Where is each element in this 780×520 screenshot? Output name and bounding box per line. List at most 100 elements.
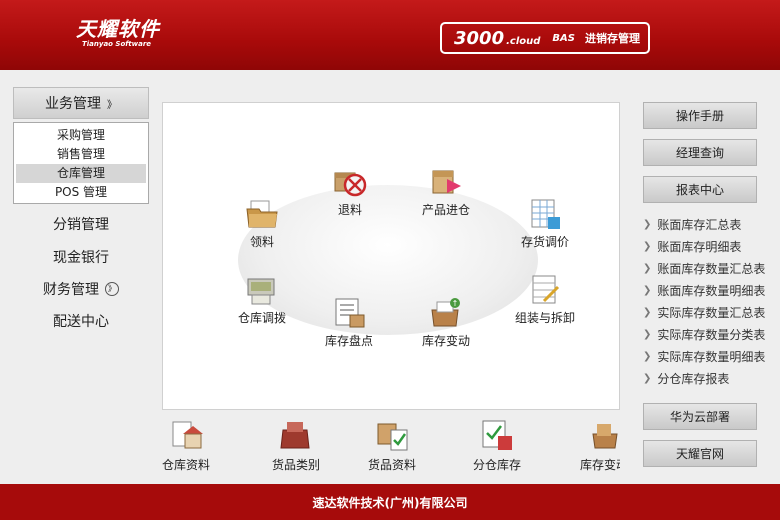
shortcut-goods-category[interactable]: 货品类别 bbox=[256, 418, 336, 473]
submenu-item-purchase[interactable]: 采购管理 bbox=[16, 126, 146, 145]
nav-business-management-label: 业务管理 bbox=[45, 96, 101, 112]
app-header: 天耀软件 Tianyao Software 3000 .cloud BAS 进销… bbox=[0, 0, 780, 70]
node-price-adjust-label: 存货调价 bbox=[520, 235, 569, 249]
sub-warehouse-icon bbox=[482, 420, 512, 450]
report-item-label: 实际库存数量汇总表 bbox=[657, 306, 766, 320]
warehouse-in-icon bbox=[432, 170, 461, 194]
transfer-icon bbox=[247, 278, 275, 305]
node-pick-material[interactable]: 领料 bbox=[222, 197, 302, 250]
chevron-right-icon: ❯ bbox=[643, 219, 652, 230]
shortcut-sub-warehouse[interactable]: 分仓库存 bbox=[457, 418, 537, 473]
nav-finance-label: 财务管理 bbox=[43, 282, 99, 298]
manager-query-button[interactable]: 经理查询 bbox=[643, 139, 757, 166]
return-box-icon bbox=[334, 172, 367, 197]
report-item-label: 账面库存明细表 bbox=[657, 240, 742, 254]
svg-text:↑: ↑ bbox=[452, 299, 459, 308]
brand-logo: 天耀软件 Tianyao Software bbox=[76, 18, 160, 49]
report-item[interactable]: ❯ 账面库存数量明细表 bbox=[643, 280, 778, 302]
stock-change-icon bbox=[592, 424, 618, 449]
bottom-shortcuts: 仓库资料 货品类别 货品资料 分仓库存 库存变动 bbox=[162, 412, 620, 482]
report-item[interactable]: ❯ 账面库存数量汇总表 bbox=[643, 258, 778, 280]
node-pick-material-label: 领料 bbox=[249, 235, 274, 249]
warehouse-flow-panel: 退料 产品进仓 领料 存货调价 仓库调拨 库存盘点 ↑ 库存变动 组装与拆卸 bbox=[162, 102, 620, 410]
chevron-right-icon: ❯ bbox=[643, 329, 652, 340]
price-table-icon bbox=[531, 199, 560, 229]
submenu-item-pos[interactable]: POS 管理 bbox=[16, 183, 146, 202]
product-version: 3000 bbox=[454, 27, 505, 49]
nav-distribution[interactable]: 分销管理 bbox=[13, 209, 149, 239]
node-stock-change-label: 库存变动 bbox=[421, 334, 470, 348]
node-product-in[interactable]: 产品进仓 bbox=[406, 165, 486, 218]
node-assemble-disassemble-label: 组装与拆卸 bbox=[514, 311, 575, 325]
node-return-material[interactable]: 退料 bbox=[310, 165, 390, 218]
node-assemble-disassemble[interactable]: 组装与拆卸 bbox=[505, 273, 585, 326]
product-suffix: .cloud bbox=[506, 35, 541, 47]
nav-cash-bank[interactable]: 现金银行 bbox=[13, 242, 149, 272]
chevron-right-icon: ❯ bbox=[643, 263, 652, 274]
footer: 速达软件技术(广州)有限公司 bbox=[0, 484, 780, 520]
nav-distribution-label: 分销管理 bbox=[53, 217, 109, 233]
category-icon bbox=[280, 422, 310, 449]
nav-delivery-center-label: 配送中心 bbox=[53, 314, 109, 330]
node-product-in-label: 产品进仓 bbox=[421, 203, 470, 217]
node-stock-count[interactable]: 库存盘点 bbox=[309, 296, 389, 349]
report-item-label: 账面库存数量汇总表 bbox=[657, 262, 766, 276]
nav-business-management[interactable]: 业务管理 》 bbox=[13, 87, 149, 119]
nav-delivery-center[interactable]: 配送中心 bbox=[13, 306, 149, 336]
node-price-adjust[interactable]: 存货调价 bbox=[505, 197, 585, 250]
node-return-material-label: 退料 bbox=[337, 203, 362, 217]
folder-icon bbox=[246, 200, 278, 228]
report-item-label: 账面库存数量明细表 bbox=[657, 284, 766, 298]
report-item-label: 分仓库存报表 bbox=[657, 372, 730, 386]
huawei-cloud-button[interactable]: 华为云部署 bbox=[643, 403, 757, 430]
node-stock-change[interactable]: ↑ 库存变动 bbox=[406, 296, 486, 349]
double-chevron-down-icon: 》 bbox=[107, 99, 117, 111]
assemble-icon bbox=[532, 275, 560, 304]
node-warehouse-transfer[interactable]: 仓库调拨 bbox=[222, 273, 302, 326]
report-list: ❯ 账面库存汇总表 ❯ 账面库存明细表 ❯ 账面库存数量汇总表 ❯ 账面库存数量明细表 … bbox=[643, 214, 778, 390]
shortcut-goods-data-label: 货品资料 bbox=[367, 458, 416, 472]
goods-icon bbox=[377, 423, 408, 451]
shortcut-warehouse-data[interactable]: 仓库资料 bbox=[162, 418, 226, 473]
submenu-item-warehouse[interactable]: 仓库管理 bbox=[16, 164, 146, 183]
chevron-right-icon: ❯ bbox=[643, 307, 652, 318]
stock-change-icon: ↑ bbox=[431, 298, 460, 327]
report-item-label: 账面库存汇总表 bbox=[657, 218, 742, 232]
report-item[interactable]: ❯ 分仓库存报表 bbox=[643, 368, 778, 390]
shortcut-goods-data[interactable]: 货品资料 bbox=[352, 418, 432, 473]
node-stock-count-label: 库存盘点 bbox=[324, 334, 373, 348]
footer-company: 速达软件技术(广州)有限公司 bbox=[312, 495, 468, 510]
official-site-button[interactable]: 天耀官网 bbox=[643, 440, 757, 467]
product-badge: 3000 .cloud BAS 进销存管理 bbox=[440, 22, 650, 54]
manual-button[interactable]: 操作手册 bbox=[643, 102, 757, 129]
report-item-label: 实际库存数量明细表 bbox=[657, 350, 766, 364]
logo-en: Tianyao Software bbox=[82, 40, 152, 48]
chevron-right-icon: ❯ bbox=[643, 373, 652, 384]
report-item[interactable]: ❯ 账面库存明细表 bbox=[643, 236, 778, 258]
product-bas: BAS bbox=[552, 32, 575, 44]
report-item[interactable]: ❯ 实际库存数量分类表 bbox=[643, 324, 778, 346]
report-center-button[interactable]: 报表中心 bbox=[643, 176, 757, 203]
chevron-right-icon: ❯ bbox=[643, 241, 652, 252]
shortcut-goods-category-label: 货品类别 bbox=[271, 458, 320, 472]
shortcut-stock-change-label: 库存变动 bbox=[579, 458, 620, 472]
warehouse-icon bbox=[172, 421, 203, 449]
product-name: 进销存管理 bbox=[585, 32, 640, 45]
nav-cash-bank-label: 现金银行 bbox=[53, 250, 109, 266]
nav-finance[interactable]: 财务管理 》 bbox=[13, 274, 149, 304]
logo-cn: 天耀软件 bbox=[76, 17, 160, 41]
shortcut-stock-change[interactable]: 库存变动 bbox=[564, 418, 620, 473]
report-item[interactable]: ❯ 账面库存汇总表 bbox=[643, 214, 778, 236]
business-submenu: 采购管理 销售管理 仓库管理 POS 管理 bbox=[13, 122, 149, 204]
node-warehouse-transfer-label: 仓库调拨 bbox=[237, 311, 286, 325]
inventory-count-icon bbox=[335, 298, 365, 328]
report-item[interactable]: ❯ 实际库存数量明细表 bbox=[643, 346, 778, 368]
report-item-label: 实际库存数量分类表 bbox=[657, 328, 766, 342]
report-item[interactable]: ❯ 实际库存数量汇总表 bbox=[643, 302, 778, 324]
submenu-item-sales[interactable]: 销售管理 bbox=[16, 145, 146, 164]
chevron-right-icon: ❯ bbox=[643, 351, 652, 362]
chevron-right-icon: ❯ bbox=[643, 285, 652, 296]
circle-chevron-down-icon: 》 bbox=[105, 282, 119, 296]
shortcut-sub-warehouse-label: 分仓库存 bbox=[472, 458, 521, 472]
shortcut-warehouse-data-label: 仓库资料 bbox=[162, 458, 210, 472]
